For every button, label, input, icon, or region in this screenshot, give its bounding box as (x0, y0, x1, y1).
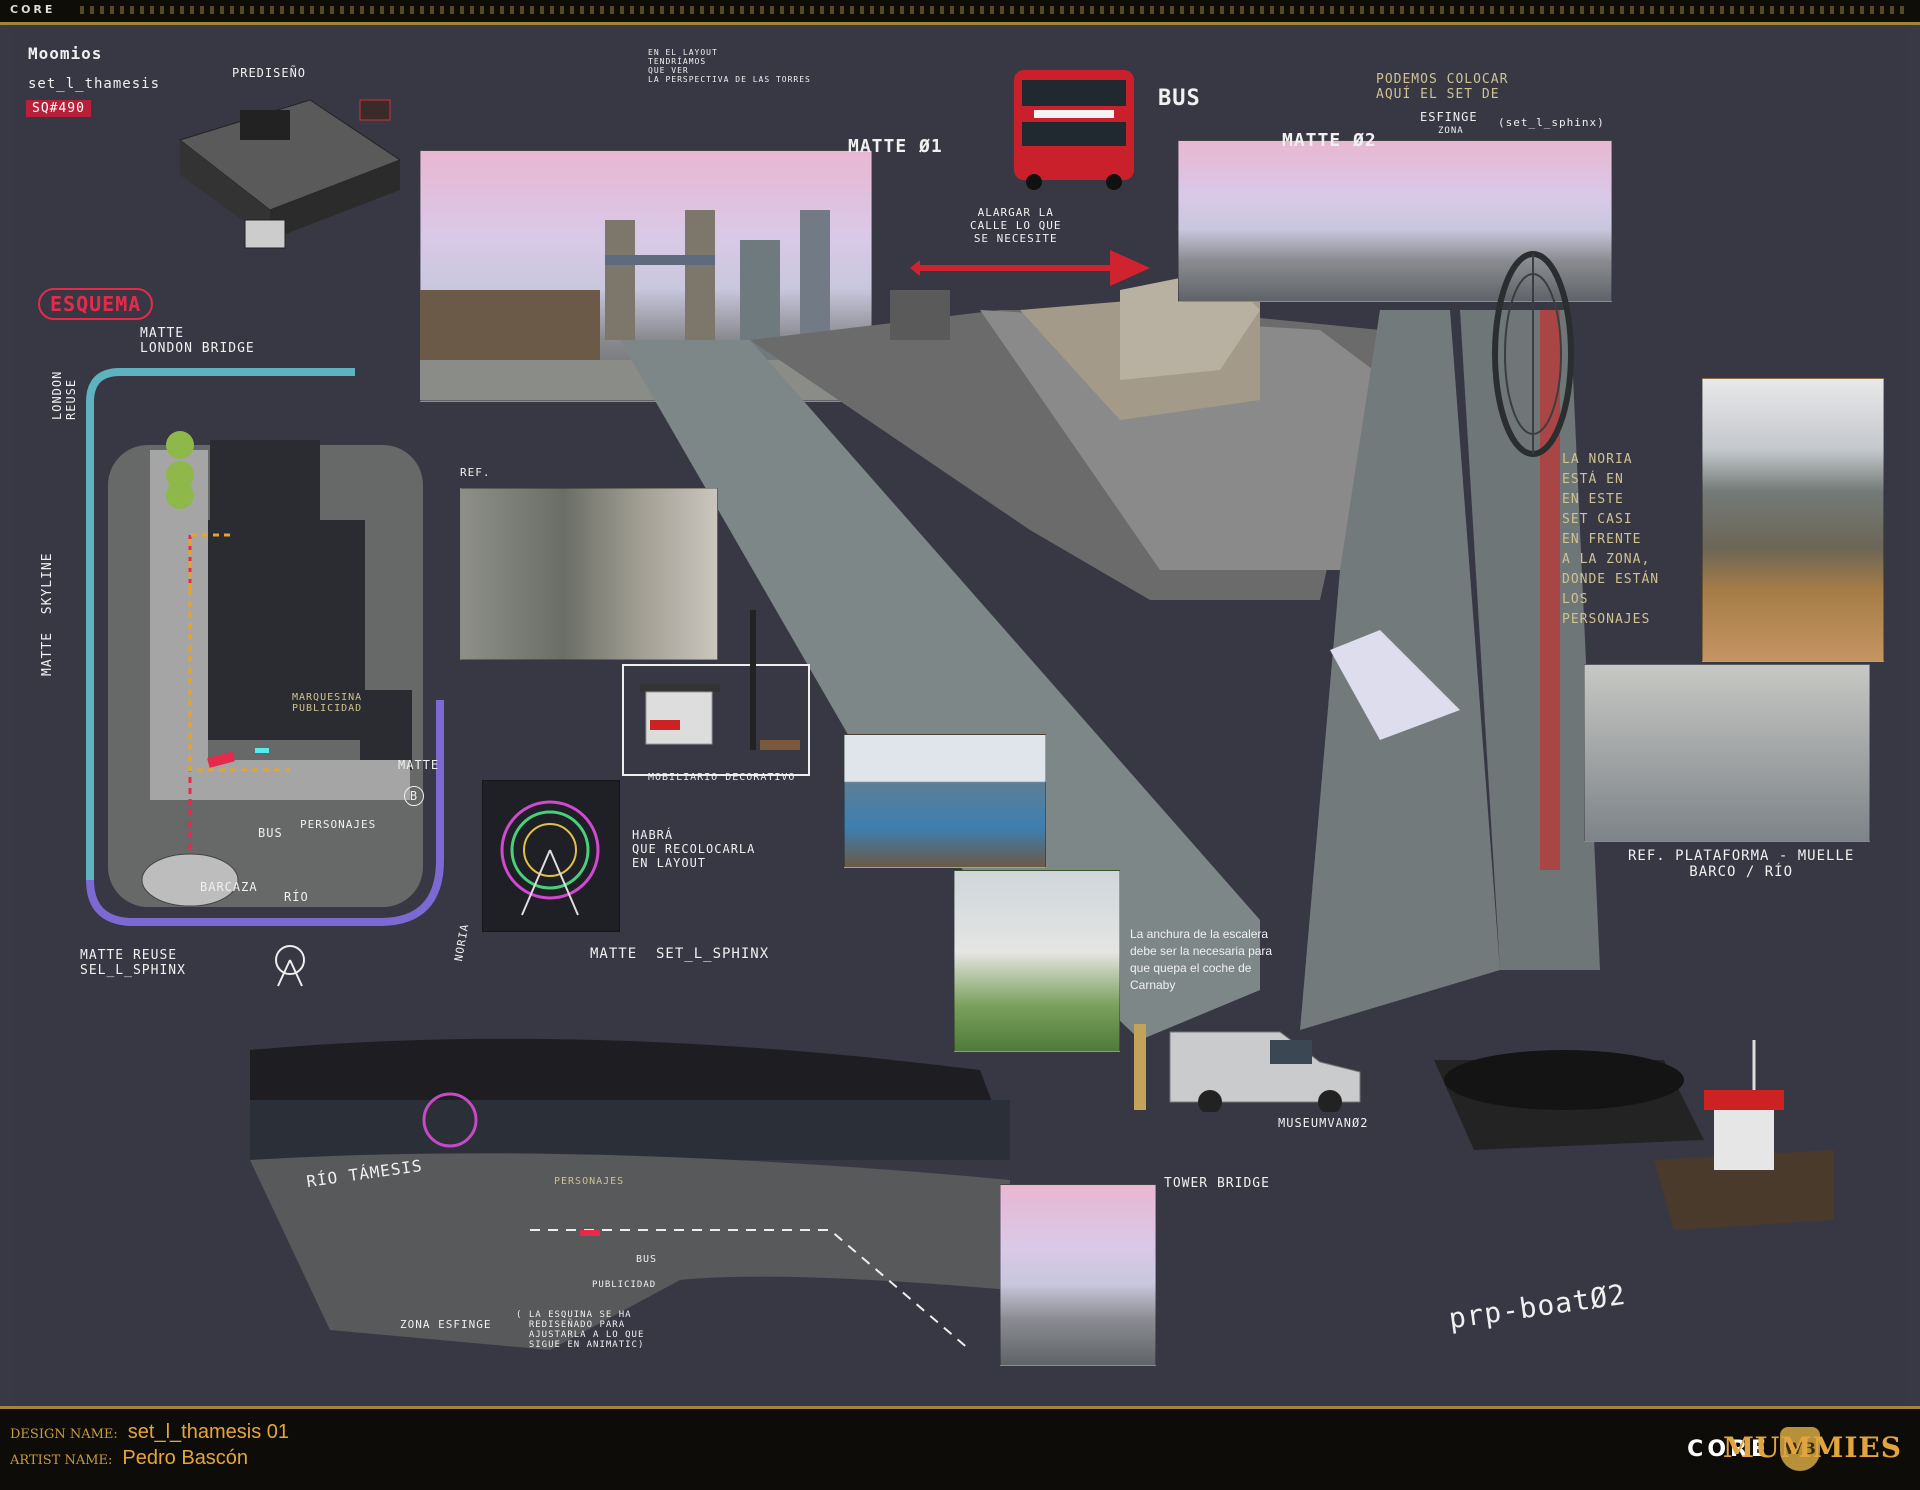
rio-plan-label: RÍO (284, 890, 309, 904)
esfinge-label: ESFINGE (1420, 110, 1478, 124)
pontoon-ref-photo (1584, 664, 1870, 842)
artist-name-row: ARTIST NAME: Pedro Bascón (10, 1447, 248, 1470)
esfinge-set-label: (set_l_sphinx) (1498, 116, 1605, 129)
footer: DESIGN NAME: set_l_thamesis 01 ARTIST NAM… (0, 1406, 1920, 1490)
esquema-plan (86, 368, 444, 926)
matte-b-label: MATTE (398, 758, 440, 772)
museum-van (1134, 1024, 1361, 1112)
bus-label: BUS (1158, 86, 1201, 111)
london-eye-wheel (1492, 251, 1574, 457)
prediseno-label: PREDISEÑO (232, 66, 307, 80)
red-arrow (910, 250, 1150, 286)
tower-bridge-bottom-photo (1000, 1184, 1156, 1366)
core-logo: CORE (10, 3, 56, 16)
podemos-note: PODEMOS COLOCAR AQUÍ EL SET DE (1376, 72, 1509, 102)
ref-label: REF. (460, 466, 491, 479)
bus-bottom-label: BUS (636, 1254, 658, 1265)
layout-note: EN EL LAYOUT TENDRÍAMOS QUE VER LA PERSP… (648, 48, 811, 84)
alargar-note: ALARGAR LA CALLE LO QUE SE NECESITE (970, 206, 1062, 245)
plataforma-ref-label: REF. PLATAFORMA - MUELLE BARCO / RÍO (1628, 848, 1855, 880)
esquema-label: ESQUEMA (38, 288, 154, 320)
top-border: CORE (0, 0, 1920, 25)
b-badge: B (404, 786, 424, 806)
matte-london-bridge-label: MATTE LONDON BRIDGE (140, 326, 255, 356)
matte-reuse-label: MATTE REUSE SEL_L_SPHINX (80, 948, 186, 978)
esquina-note: ( LA ESQUINA SE HA REDISEÑADO PARA AJUST… (516, 1310, 645, 1350)
artist-name-value: Pedro Bascón (122, 1447, 249, 1469)
design-name-row: DESIGN NAME: set_l_thamesis 01 (10, 1421, 289, 1444)
set-name: set_l_thamesis (28, 76, 161, 92)
hieroglyph-strip (80, 6, 1910, 14)
mobiliario-label: MOBILIARIO DECORATIVO (648, 772, 796, 783)
zona-label: ZONA (1438, 126, 1464, 136)
habra-note: HABRÁ QUE RECOLOCARLA EN LAYOUT (632, 828, 756, 870)
matte-skyline-label: MATTE SKYLINE (40, 552, 55, 676)
personajes-label: PERSONAJES (554, 1176, 625, 1187)
ferris-wheel-colors (500, 800, 600, 916)
publicidad-label: PUBLICIDAD (592, 1280, 657, 1290)
project-title: Moomios (28, 44, 103, 63)
museum-van-label: MUSEUMVANØ2 (1278, 1116, 1369, 1130)
matte-02-label: MATTE Ø2 (1282, 130, 1377, 151)
barcaza-label: BARCAZA (200, 880, 258, 894)
double-decker-bus (1014, 70, 1134, 190)
london-reuse-label: LONDON REUSE (50, 370, 78, 420)
prediseno-sketch (178, 99, 402, 249)
tower-bridge-ref-photo (1702, 378, 1884, 662)
marquesina-label: MARQUESINA PUBLICIDAD (292, 692, 363, 714)
mummies-logo: MUMMIES (1722, 1431, 1902, 1464)
tower-bridge-label: TOWER BRIDGE (1164, 1176, 1270, 1191)
personajes-plan-label: PERSONAJES (300, 818, 377, 831)
zona-esfinge-label: ZONA ESFINGE (400, 1318, 492, 1331)
artist-name-label: ARTIST NAME: (10, 1453, 113, 1468)
bus-shelter-icon (640, 610, 800, 750)
design-name-value: set_l_thamesis 01 (127, 1421, 289, 1443)
noria-note: LA NORIA ESTÁ EN EN ESTE SET CASI EN FRE… (1562, 452, 1660, 627)
stairs-ref-photo (954, 870, 1120, 1052)
sequence-badge: SQ#490 (26, 100, 91, 117)
design-name-label: DESIGN NAME: (10, 1427, 118, 1442)
gangway-ref-photo (844, 734, 1046, 868)
bus-plan-label: BUS (258, 826, 283, 840)
ferris-wheel-sketch (275, 945, 305, 987)
matte-01-label: MATTE Ø1 (848, 136, 943, 157)
barge-and-tugboat (1434, 1040, 1834, 1230)
escalera-note: La anchura de la escalera debe ser la ne… (1130, 927, 1273, 992)
matte-set-sphinx-label: MATTE SET_L_SPHINX (590, 946, 770, 962)
